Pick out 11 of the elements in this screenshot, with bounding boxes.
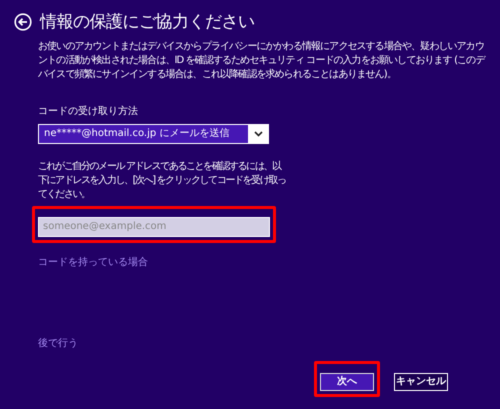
next-button[interactable]: 次へ [320, 372, 374, 390]
instruction-paragraph: これがご自分のメール アドレスであることを確認するには、以下にアドレスを入力し、[次へ] をクリックしてコードを受け取ってください。 [38, 160, 287, 202]
method-label: コードの受け取り方法 [38, 104, 139, 119]
intro-paragraph: お使いのアカウントまたはデバイスからプライバシーにかかわる情報にアクセスする場合や、疑わしいアカウントの活動が検出された場合は、ID を確認するためセキュリティ コードの入力をお願いしております (このデバイスで頻繁にサインインする場合は、これ以降確認を求められることはありません)。 [38, 40, 486, 82]
cancel-button[interactable]: キャンセル [394, 372, 448, 390]
page-title: 情報の保護にご協力ください [40, 11, 254, 34]
chevron-down-icon [254, 131, 262, 137]
email-field[interactable]: someone@example.com [38, 216, 270, 236]
method-dropdown[interactable]: ne*****@hotmail.co.jp にメールを送信 [38, 124, 269, 144]
later-link[interactable]: 後で行う [38, 336, 480, 351]
have-code-link[interactable]: コードを持っている場合 [38, 254, 480, 270]
